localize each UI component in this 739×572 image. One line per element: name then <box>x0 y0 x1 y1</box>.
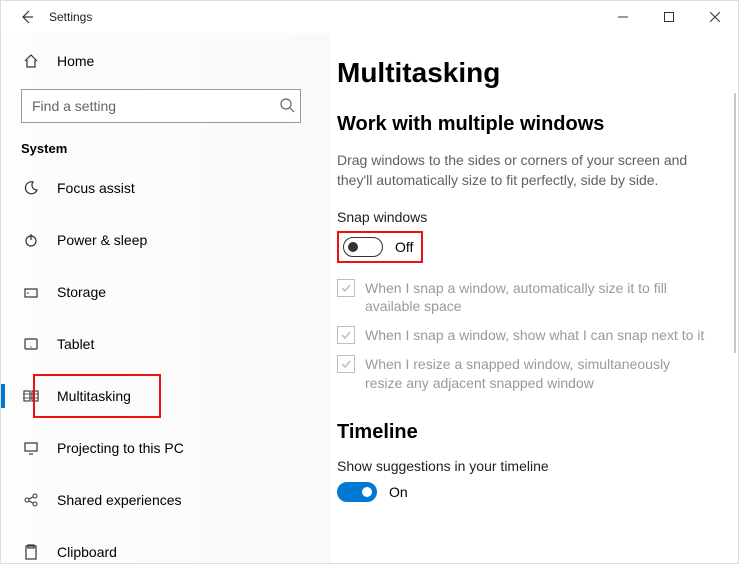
snap-windows-label: Snap windows <box>337 209 716 225</box>
checkbox-icon <box>337 326 355 344</box>
window-title: Settings <box>49 10 92 24</box>
home-icon <box>21 53 41 69</box>
projecting-icon <box>21 440 41 456</box>
storage-icon <box>21 284 41 300</box>
sidebar-item-shared-experiences[interactable]: Shared experiences <box>21 480 315 520</box>
sidebar-item-projecting[interactable]: Projecting to this PC <box>21 428 315 468</box>
checkbox-icon <box>337 355 355 373</box>
page-title: Multitasking <box>337 57 716 89</box>
snap-option-show-next[interactable]: When I snap a window, show what I can sn… <box>337 326 707 345</box>
sidebar-group-header: System <box>21 141 315 156</box>
sidebar: Home System Focus assist Power & sleep S… <box>1 33 331 563</box>
sidebar-item-tablet[interactable]: Tablet <box>21 324 315 364</box>
annotation-highlight: Off <box>337 231 423 263</box>
maximize-button[interactable] <box>646 1 692 33</box>
snap-option-fill-space[interactable]: When I snap a window, automatically size… <box>337 279 707 317</box>
sidebar-item-clipboard[interactable]: Clipboard <box>21 532 315 572</box>
sidebar-item-label: Clipboard <box>57 544 117 560</box>
check-label: When I snap a window, show what I can sn… <box>365 326 704 345</box>
scrollbar[interactable] <box>734 93 736 353</box>
clipboard-icon <box>21 544 41 560</box>
sidebar-item-label: Multitasking <box>57 388 131 404</box>
search-box[interactable] <box>21 89 315 123</box>
tablet-icon <box>21 336 41 352</box>
sidebar-item-multitasking[interactable]: Multitasking <box>21 376 315 416</box>
sidebar-item-label: Storage <box>57 284 106 300</box>
titlebar: Settings <box>1 1 738 33</box>
sidebar-item-power-sleep[interactable]: Power & sleep <box>21 220 315 260</box>
sidebar-item-label: Shared experiences <box>57 492 182 508</box>
check-label: When I snap a window, automatically size… <box>365 279 707 317</box>
section-title-timeline: Timeline <box>337 421 716 444</box>
close-button[interactable] <box>692 1 738 33</box>
search-input[interactable] <box>21 89 301 123</box>
snap-windows-toggle[interactable] <box>343 237 383 257</box>
section-description: Drag windows to the sides or corners of … <box>337 150 697 191</box>
timeline-suggestions-toggle[interactable] <box>337 482 377 502</box>
sidebar-item-storage[interactable]: Storage <box>21 272 315 312</box>
multitasking-icon <box>21 388 41 404</box>
sidebar-item-label: Power & sleep <box>57 232 147 248</box>
search-icon <box>279 97 295 118</box>
snap-option-resize-adjacent[interactable]: When I resize a snapped window, simultan… <box>337 355 707 393</box>
sidebar-item-focus-assist[interactable]: Focus assist <box>21 168 315 208</box>
section-title-windows: Work with multiple windows <box>337 113 716 136</box>
back-button[interactable] <box>11 1 43 33</box>
moon-icon <box>21 180 41 196</box>
sidebar-item-label: Focus assist <box>57 180 135 196</box>
sidebar-item-label: Projecting to this PC <box>57 440 184 456</box>
minimize-button[interactable] <box>600 1 646 33</box>
sidebar-home[interactable]: Home <box>21 41 315 81</box>
checkbox-icon <box>337 279 355 297</box>
share-icon <box>21 492 41 508</box>
snap-windows-state: Off <box>395 239 413 255</box>
content-pane: Multitasking Work with multiple windows … <box>331 33 738 563</box>
timeline-suggestions-state: On <box>389 484 408 500</box>
sidebar-home-label: Home <box>57 53 94 69</box>
power-icon <box>21 232 41 248</box>
check-label: When I resize a snapped window, simultan… <box>365 355 707 393</box>
timeline-suggestions-label: Show suggestions in your timeline <box>337 458 716 474</box>
sidebar-item-label: Tablet <box>57 336 94 352</box>
